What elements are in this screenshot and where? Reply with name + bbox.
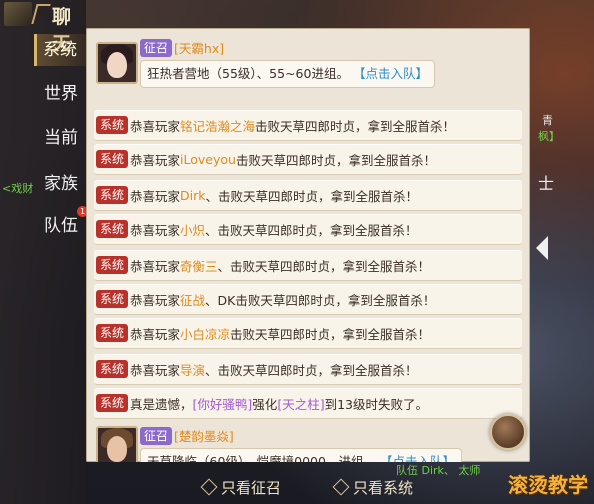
message-suffix: 击败天草四郎时贞，拿到全服首杀！ [255, 118, 456, 134]
message-prefix: 恭喜玩家 [130, 258, 181, 274]
list-item: 系统 恭喜玩家 导演 、击败天草四郎时贞，拿到全服首杀！ [94, 354, 522, 385]
chat-panel[interactable]: 征召 [天霸hx] 狂热者营地（55级）、55~60进组。 【点击入队】 系统 … [86, 28, 530, 462]
message-suffix: 、击败天草四郎时贞，拿到全服首杀！ [205, 362, 418, 378]
player-name-link[interactable]: [楚韵墨焱] [174, 426, 234, 445]
system-tag: 系统 [96, 290, 129, 308]
filter-system-toggle[interactable]: 只看系统 [332, 477, 414, 498]
filter-recruit-label: 只看征召 [220, 478, 281, 497]
recruit-bubble-bottom: 天草降临（60级）、恺魔境0000、进组。 【点击入队】 [140, 448, 462, 462]
title-ornament-icon [31, 4, 51, 24]
message-mid: 强化 [252, 396, 278, 412]
filter-system-label: 只看系统 [353, 478, 414, 497]
player-name-link[interactable]: 小炽 [180, 220, 205, 239]
recruit-bubble-top: 狂热者营地（55级）、55~60进组。 【点击入队】 [140, 60, 435, 88]
checkbox-diamond-icon [332, 478, 350, 496]
message-suffix: 、击败天草四郎时贞，拿到全服首杀！ [205, 188, 419, 204]
side-chat-fragment: <戏财 [2, 182, 34, 195]
avatar[interactable] [96, 42, 138, 84]
list-item: 系统 恭喜玩家 奇衡三 、击败天草四郎时贞，拿到全服首杀！ [94, 250, 522, 281]
message-prefix: 恭喜玩家 [130, 292, 181, 308]
message-prefix: 恭喜玩家 [130, 188, 181, 204]
message-prefix: 恭喜玩家 [130, 326, 181, 342]
message-prefix: 真是遗憾， [130, 396, 193, 412]
player-name-link[interactable]: Dirk [180, 188, 205, 203]
player-name-link[interactable]: [你好骚鸭] [193, 394, 253, 413]
scroll-to-bottom-button[interactable] [490, 414, 526, 450]
player-name-link[interactable]: iLoveyou [180, 152, 236, 167]
message-prefix: 恭喜玩家 [130, 362, 181, 378]
system-tag: 系统 [96, 116, 129, 134]
system-tag: 系统 [96, 186, 129, 204]
player-name-link[interactable]: 奇衡三 [180, 256, 218, 275]
list-item: 系统 恭喜玩家 小白凉凉 击败天草四郎时贞，拿到全服首杀！ [94, 318, 522, 349]
list-item: 系统 恭喜玩家 征战 、DK击败天草四郎时贞，拿到全服首杀！ [94, 284, 522, 315]
tab-world-label: 世界 [44, 84, 78, 104]
recruit-tag: 征召 [140, 38, 173, 57]
chat-sidebar: 聊天 系统 世界 当前 家族 队伍 1 <戏财 [0, 0, 93, 504]
checkbox-diamond-icon [200, 478, 218, 496]
message-suffix: 击败天草四郎时贞，拿到全服首杀！ [230, 326, 431, 342]
tab-system[interactable]: 系统 [34, 34, 93, 66]
avatar[interactable] [96, 426, 138, 462]
system-tag: 系统 [96, 256, 129, 274]
player-name-link[interactable]: [天霸hx] [174, 38, 224, 57]
message-suffix: 、击败天草四郎时贞，拿到全服首杀！ [205, 222, 418, 238]
recruit-tag: 征召 [140, 426, 173, 445]
tab-family-label: 家族 [44, 174, 78, 194]
list-item: 系统 真是遗憾， [你好骚鸭] 强化 [天之柱] 到13级时失败了。 [94, 388, 522, 419]
recruit-message-bottom: 征召 [楚韵墨焱] [138, 426, 234, 445]
message-suffix: 到13级时失败了。 [324, 396, 428, 412]
system-tag: 系统 [96, 360, 129, 378]
tab-system-label: 系统 [43, 40, 77, 60]
watermark-logo: 滚烫教学 [508, 473, 588, 497]
list-item: 系统 恭喜玩家 Dirk 、击败天草四郎时贞，拿到全服首杀！ [94, 180, 522, 211]
list-item: 系统 恭喜玩家 iLoveyou 击败天草四郎时贞，拿到全服首杀！ [94, 144, 522, 175]
message-suffix: 、击败天草四郎时贞，拿到全服首杀！ [217, 258, 431, 274]
message-prefix: 恭喜玩家 [130, 118, 181, 134]
message-prefix: 恭喜玩家 [130, 152, 181, 168]
tab-team-label: 队伍 [44, 216, 78, 236]
filter-bar: 只看征召 只看系统 [86, 470, 530, 504]
list-item: 系统 恭喜玩家 小炽 、击败天草四郎时贞，拿到全服首杀！ [94, 214, 522, 245]
scene-text: 青 [542, 114, 553, 127]
scene-text: 士 [538, 174, 555, 193]
join-team-link[interactable]: 【点击入队】 [353, 66, 428, 81]
system-tag: 系统 [96, 220, 129, 238]
system-tag: 系统 [96, 324, 129, 342]
collapse-arrow-icon[interactable] [536, 236, 548, 260]
scene-text: 枫】 [538, 130, 560, 143]
list-item: 系统 恭喜玩家 铭记浩瀚之海 击败天草四郎时贞，拿到全服首杀！ [94, 110, 522, 141]
player-name-link[interactable]: 铭记浩瀚之海 [180, 116, 255, 135]
recruit-message-top: 征召 [天霸hx] [138, 38, 224, 57]
player-name-link[interactable]: 小白凉凉 [180, 324, 230, 343]
filter-recruit-toggle[interactable]: 只看征召 [200, 477, 281, 498]
tab-current-label: 当前 [44, 128, 78, 148]
player-name-link[interactable]: 征战 [180, 290, 205, 309]
recruit-text: 天草降临（60级）、恺魔境0000、进组。 [147, 454, 376, 462]
recruit-text: 狂热者营地（55级）、55~60进组。 [147, 66, 349, 81]
item-link[interactable]: [天之柱] [277, 394, 324, 413]
system-tag: 系统 [96, 394, 129, 412]
menu-emblem-icon [4, 2, 32, 26]
system-tag: 系统 [96, 150, 129, 168]
message-prefix: 恭喜玩家 [130, 222, 181, 238]
player-name-link[interactable]: 导演 [180, 360, 205, 379]
message-suffix: 、DK击败天草四郎时贞，拿到全服首杀！ [205, 292, 436, 308]
message-suffix: 击败天草四郎时贞，拿到全服首杀！ [235, 152, 436, 168]
join-team-link[interactable]: 【点击入队】 [380, 454, 455, 462]
